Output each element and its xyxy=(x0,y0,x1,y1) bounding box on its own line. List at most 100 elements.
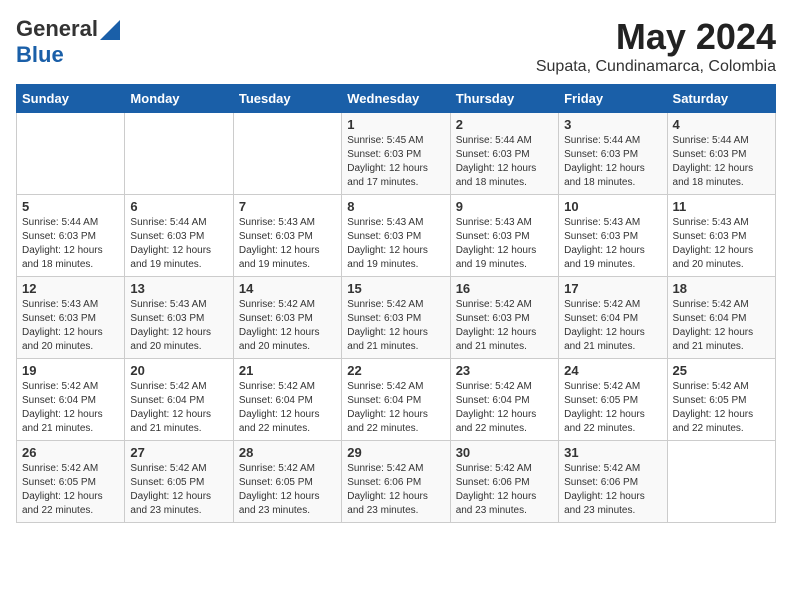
calendar-table: SundayMondayTuesdayWednesdayThursdayFrid… xyxy=(16,84,776,523)
day-number: 1 xyxy=(347,117,444,132)
day-info: Sunrise: 5:42 AM Sunset: 6:05 PM Dayligh… xyxy=(673,380,770,436)
day-info: Sunrise: 5:42 AM Sunset: 6:03 PM Dayligh… xyxy=(239,298,336,354)
day-number: 4 xyxy=(673,117,770,132)
calendar-cell: 14Sunrise: 5:42 AM Sunset: 6:03 PM Dayli… xyxy=(233,277,341,359)
day-info: Sunrise: 5:44 AM Sunset: 6:03 PM Dayligh… xyxy=(564,134,661,190)
day-number: 31 xyxy=(564,445,661,460)
weekday-header-saturday: Saturday xyxy=(667,85,775,113)
weekday-header-friday: Friday xyxy=(559,85,667,113)
logo-general-text: General xyxy=(16,16,98,42)
calendar-week-row-3: 12 Sunrise: 5:43 AM Sunset: 6:03 PM Dayli… xyxy=(17,277,776,359)
day-info: Sunrise: 5:44 AM Sunset: 6:03 PM Dayligh… xyxy=(456,134,553,190)
calendar-cell: 23Sunrise: 5:42 AM Sunset: 6:04 PM Dayli… xyxy=(450,359,558,441)
calendar-cell: 27 Sunrise: 5:42 AM Sunset: 6:05 PM Dayli… xyxy=(125,441,233,523)
day-info: Sunrise: 5:44 AM Sunset: 6:03 PM Dayligh… xyxy=(673,134,770,190)
day-info: Sunrise: 5:42 AM Sunset: 6:04 PM Dayligh… xyxy=(564,298,661,354)
month-year-title: May 2024 xyxy=(536,16,776,58)
day-info: Sunrise: 5:42 AM Sunset: 6:04 PM Dayligh… xyxy=(130,380,227,436)
day-number: 7 xyxy=(239,199,336,214)
calendar-cell xyxy=(125,113,233,195)
day-info: Sunrise: 5:42 AM Sunset: 6:04 PM Dayligh… xyxy=(22,380,119,436)
location-subtitle: Supata, Cundinamarca, Colombia xyxy=(536,58,776,76)
day-info: Sunrise: 5:42 AM Sunset: 6:03 PM Dayligh… xyxy=(347,298,444,354)
calendar-cell: 16 Sunrise: 5:42 AM Sunset: 6:03 PM Dayli… xyxy=(450,277,558,359)
calendar-cell: 30 Sunrise: 5:42 AM Sunset: 6:06 PM Dayli… xyxy=(450,441,558,523)
day-number: 15 xyxy=(347,281,444,296)
day-info: Sunrise: 5:43 AM Sunset: 6:03 PM Dayligh… xyxy=(564,216,661,272)
day-info: Sunrise: 5:43 AM Sunset: 6:03 PM Dayligh… xyxy=(456,216,553,272)
calendar-cell: 9 Sunrise: 5:43 AM Sunset: 6:03 PM Daylig… xyxy=(450,195,558,277)
day-info: Sunrise: 5:44 AM Sunset: 6:03 PM Dayligh… xyxy=(130,216,227,272)
day-info: Sunrise: 5:42 AM Sunset: 6:03 PM Dayligh… xyxy=(456,298,553,354)
day-info: Sunrise: 5:44 AM Sunset: 6:03 PM Dayligh… xyxy=(22,216,119,272)
calendar-cell xyxy=(233,113,341,195)
day-number: 27 xyxy=(130,445,227,460)
calendar-cell: 5 Sunrise: 5:44 AM Sunset: 6:03 PM Daylig… xyxy=(17,195,125,277)
day-number: 25 xyxy=(673,363,770,378)
calendar-cell: 6 Sunrise: 5:44 AM Sunset: 6:03 PM Daylig… xyxy=(125,195,233,277)
calendar-cell: 1 Sunrise: 5:45 AM Sunset: 6:03 PM Daylig… xyxy=(342,113,450,195)
calendar-cell: 8 Sunrise: 5:43 AM Sunset: 6:03 PM Daylig… xyxy=(342,195,450,277)
day-info: Sunrise: 5:42 AM Sunset: 6:06 PM Dayligh… xyxy=(456,462,553,518)
day-info: Sunrise: 5:42 AM Sunset: 6:05 PM Dayligh… xyxy=(239,462,336,518)
calendar-cell: 7Sunrise: 5:43 AM Sunset: 6:03 PM Daylig… xyxy=(233,195,341,277)
day-number: 8 xyxy=(347,199,444,214)
calendar-cell: 12 Sunrise: 5:43 AM Sunset: 6:03 PM Dayli… xyxy=(17,277,125,359)
calendar-week-row-2: 5 Sunrise: 5:44 AM Sunset: 6:03 PM Daylig… xyxy=(17,195,776,277)
day-number: 19 xyxy=(22,363,119,378)
day-info: Sunrise: 5:42 AM Sunset: 6:05 PM Dayligh… xyxy=(130,462,227,518)
page-header: General Blue May 2024 Supata, Cundinamar… xyxy=(16,16,776,76)
calendar-cell: 21Sunrise: 5:42 AM Sunset: 6:04 PM Dayli… xyxy=(233,359,341,441)
day-info: Sunrise: 5:45 AM Sunset: 6:03 PM Dayligh… xyxy=(347,134,444,190)
day-number: 29 xyxy=(347,445,444,460)
calendar-cell: 26 Sunrise: 5:42 AM Sunset: 6:05 PM Dayli… xyxy=(17,441,125,523)
day-number: 13 xyxy=(130,281,227,296)
day-info: Sunrise: 5:42 AM Sunset: 6:04 PM Dayligh… xyxy=(347,380,444,436)
weekday-header-monday: Monday xyxy=(125,85,233,113)
day-number: 20 xyxy=(130,363,227,378)
day-info: Sunrise: 5:42 AM Sunset: 6:04 PM Dayligh… xyxy=(456,380,553,436)
day-number: 24 xyxy=(564,363,661,378)
day-number: 3 xyxy=(564,117,661,132)
calendar-cell: 31 Sunrise: 5:42 AM Sunset: 6:06 PM Dayli… xyxy=(559,441,667,523)
calendar-cell xyxy=(667,441,775,523)
calendar-cell: 4 Sunrise: 5:44 AM Sunset: 6:03 PM Daylig… xyxy=(667,113,775,195)
day-number: 10 xyxy=(564,199,661,214)
day-number: 11 xyxy=(673,199,770,214)
weekday-header-row: SundayMondayTuesdayWednesdayThursdayFrid… xyxy=(17,85,776,113)
day-number: 28 xyxy=(239,445,336,460)
calendar-cell: 28 Sunrise: 5:42 AM Sunset: 6:05 PM Dayli… xyxy=(233,441,341,523)
weekday-header-tuesday: Tuesday xyxy=(233,85,341,113)
weekday-header-sunday: Sunday xyxy=(17,85,125,113)
calendar-cell: 22 Sunrise: 5:42 AM Sunset: 6:04 PM Dayli… xyxy=(342,359,450,441)
day-number: 18 xyxy=(673,281,770,296)
calendar-cell: 15 Sunrise: 5:42 AM Sunset: 6:03 PM Dayli… xyxy=(342,277,450,359)
day-info: Sunrise: 5:43 AM Sunset: 6:03 PM Dayligh… xyxy=(673,216,770,272)
day-info: Sunrise: 5:42 AM Sunset: 6:04 PM Dayligh… xyxy=(673,298,770,354)
logo-blue-text: Blue xyxy=(16,42,64,68)
calendar-cell: 3 Sunrise: 5:44 AM Sunset: 6:03 PM Daylig… xyxy=(559,113,667,195)
calendar-cell xyxy=(17,113,125,195)
calendar-cell: 11 Sunrise: 5:43 AM Sunset: 6:03 PM Dayli… xyxy=(667,195,775,277)
day-number: 9 xyxy=(456,199,553,214)
day-number: 6 xyxy=(130,199,227,214)
day-number: 12 xyxy=(22,281,119,296)
day-info: Sunrise: 5:43 AM Sunset: 6:03 PM Dayligh… xyxy=(22,298,119,354)
day-number: 17 xyxy=(564,281,661,296)
day-number: 26 xyxy=(22,445,119,460)
calendar-cell: 2Sunrise: 5:44 AM Sunset: 6:03 PM Daylig… xyxy=(450,113,558,195)
day-info: Sunrise: 5:42 AM Sunset: 6:04 PM Dayligh… xyxy=(239,380,336,436)
day-number: 30 xyxy=(456,445,553,460)
day-info: Sunrise: 5:42 AM Sunset: 6:05 PM Dayligh… xyxy=(22,462,119,518)
calendar-cell: 29Sunrise: 5:42 AM Sunset: 6:06 PM Dayli… xyxy=(342,441,450,523)
calendar-cell: 20 Sunrise: 5:42 AM Sunset: 6:04 PM Dayli… xyxy=(125,359,233,441)
day-info: Sunrise: 5:43 AM Sunset: 6:03 PM Dayligh… xyxy=(347,216,444,272)
calendar-week-row-5: 26 Sunrise: 5:42 AM Sunset: 6:05 PM Dayli… xyxy=(17,441,776,523)
day-info: Sunrise: 5:43 AM Sunset: 6:03 PM Dayligh… xyxy=(130,298,227,354)
day-number: 5 xyxy=(22,199,119,214)
day-number: 22 xyxy=(347,363,444,378)
day-number: 16 xyxy=(456,281,553,296)
calendar-cell: 19 Sunrise: 5:42 AM Sunset: 6:04 PM Dayli… xyxy=(17,359,125,441)
calendar-cell: 10 Sunrise: 5:43 AM Sunset: 6:03 PM Dayli… xyxy=(559,195,667,277)
day-info: Sunrise: 5:42 AM Sunset: 6:06 PM Dayligh… xyxy=(564,462,661,518)
